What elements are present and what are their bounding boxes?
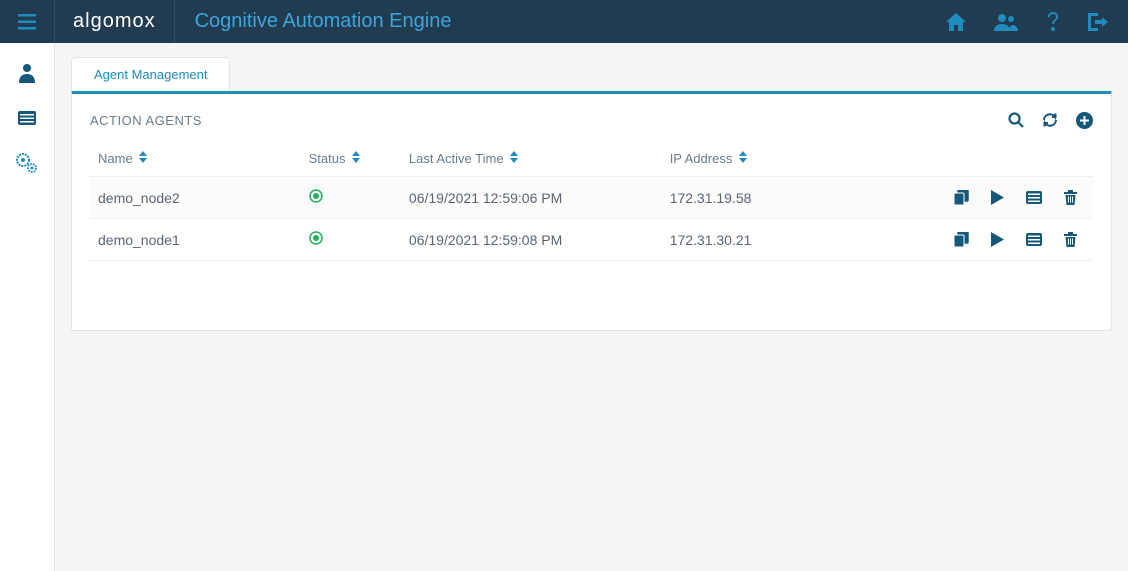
action-agents-panel: ACTION AGENTS [71,91,1112,331]
cell-actions [912,177,1093,219]
tabs: Agent Management [71,57,1112,91]
status-indicator [309,189,323,203]
details-button[interactable] [1026,232,1042,247]
delete-button[interactable] [1064,232,1077,247]
sidebar-item-settings[interactable] [16,153,38,173]
sort-icon [739,155,747,166]
column-label: Status [309,151,346,166]
list-icon [1026,233,1042,246]
plus-circle-icon [1076,112,1093,129]
delete-button[interactable] [1064,190,1077,205]
run-button[interactable] [991,190,1004,205]
tab-agent-management[interactable]: Agent Management [71,57,230,91]
status-active-icon [309,189,323,203]
status-indicator [309,231,323,245]
cell-name: demo_node1 [90,219,301,261]
panel-header: ACTION AGENTS [90,112,1093,129]
cell-last-active: 06/19/2021 12:59:06 PM [401,177,662,219]
last-active-time: 06/19/2021 12:59:08 PM [409,232,562,248]
hamburger-icon [18,14,36,30]
column-label: Last Active Time [409,151,504,166]
brand-logo[interactable]: algomox [55,0,175,43]
refresh-icon [1042,112,1058,128]
table-row: demo_node2 06/19/2021 12:59:06 PM 172.31… [90,177,1093,219]
last-active-time: 06/19/2021 12:59:06 PM [409,190,562,206]
sort-icon [139,155,147,166]
details-button[interactable] [1026,190,1042,205]
tab-label: Agent Management [94,67,207,82]
question-icon [1046,12,1060,32]
sort-icon [352,155,360,166]
cell-ip: 172.31.30.21 [662,219,913,261]
add-button[interactable] [1076,112,1093,129]
column-header-ip[interactable]: IP Address [662,141,913,177]
header-left: algomox Cognitive Automation Engine [0,0,451,43]
body-wrap: Agent Management ACTION AGENTS [0,43,1128,571]
copy-button[interactable] [954,232,969,247]
agent-name: demo_node1 [98,232,180,248]
users-icon [994,13,1018,31]
ip-address: 172.31.30.21 [670,232,752,248]
refresh-button[interactable] [1042,112,1058,129]
play-icon [991,232,1004,247]
sidebar [0,43,55,571]
column-label: Name [98,151,133,166]
column-header-last-active[interactable]: Last Active Time [401,141,662,177]
column-header-name[interactable]: Name [90,141,301,177]
ip-address: 172.31.19.58 [670,190,752,206]
logout-button[interactable] [1088,13,1108,31]
person-icon [17,63,37,83]
sidebar-item-list[interactable] [18,111,36,125]
logo-text: algomox [73,10,156,33]
run-button[interactable] [991,232,1004,247]
search-button[interactable] [1008,112,1024,129]
users-button[interactable] [994,13,1018,31]
copy-icon [954,232,969,247]
panel-actions [1008,112,1093,129]
cell-last-active: 06/19/2021 12:59:08 PM [401,219,662,261]
list-icon [1026,191,1042,204]
cell-ip: 172.31.19.58 [662,177,913,219]
column-header-status[interactable]: Status [301,141,401,177]
table-row: demo_node1 06/19/2021 12:59:08 PM 172.31… [90,219,1093,261]
sort-icon [510,155,518,166]
play-icon [991,190,1004,205]
column-header-actions [912,141,1093,177]
header-actions [946,12,1108,32]
sidebar-item-agents[interactable] [17,63,37,83]
list-icon [18,111,36,125]
cell-actions [912,219,1093,261]
main-content: Agent Management ACTION AGENTS [55,43,1128,571]
gears-icon [16,153,38,173]
cell-status [301,177,401,219]
menu-toggle-button[interactable] [0,0,55,43]
agents-table: Name Status [90,141,1093,261]
logout-icon [1088,13,1108,31]
row-actions [920,190,1085,205]
panel-title: ACTION AGENTS [90,113,202,128]
help-button[interactable] [1046,12,1060,32]
row-actions [920,232,1085,247]
copy-icon [954,190,969,205]
status-active-icon [309,231,323,245]
agent-name: demo_node2 [98,190,180,206]
home-button[interactable] [946,13,966,31]
cell-status [301,219,401,261]
trash-icon [1064,232,1077,247]
copy-button[interactable] [954,190,969,205]
home-icon [946,13,966,31]
page-title: Cognitive Automation Engine [175,10,452,33]
cell-name: demo_node2 [90,177,301,219]
trash-icon [1064,190,1077,205]
column-label: IP Address [670,151,733,166]
search-icon [1008,112,1024,128]
top-header: algomox Cognitive Automation Engine [0,0,1128,43]
